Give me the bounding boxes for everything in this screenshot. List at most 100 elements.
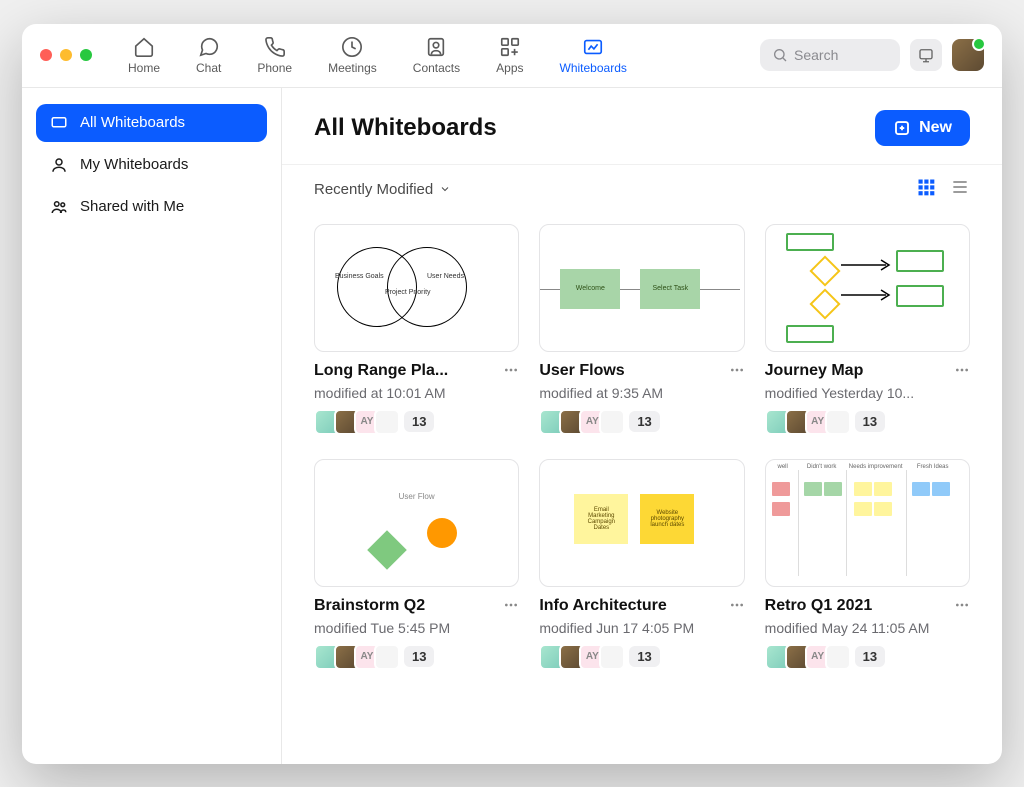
clock-icon — [341, 36, 363, 58]
nav-label: Whiteboards — [560, 61, 627, 75]
nav-tabs: Home Chat Phone Meetings — [122, 32, 750, 79]
card-subtitle: modified at 10:01 AM — [314, 385, 519, 401]
host-button[interactable] — [910, 39, 942, 71]
more-horizontal-icon — [729, 362, 745, 378]
nav-tab-contacts[interactable]: Contacts — [407, 32, 466, 79]
card-title: User Flows — [539, 362, 624, 380]
avatar — [374, 644, 400, 670]
sidebar-item-all-whiteboards[interactable]: All Whiteboards — [36, 104, 267, 142]
card-title: Journey Map — [765, 362, 864, 380]
new-button-label: New — [919, 119, 952, 137]
user-icon — [50, 156, 68, 174]
card-more-button[interactable] — [503, 362, 519, 383]
more-horizontal-icon — [503, 362, 519, 378]
collaborator-count: 13 — [855, 411, 885, 432]
card-title: Brainstorm Q2 — [314, 597, 425, 615]
sidebar-item-shared[interactable]: Shared with Me — [36, 188, 267, 226]
search-icon — [772, 47, 788, 63]
nav-tab-phone[interactable]: Phone — [251, 32, 298, 79]
filter-row: Recently Modified — [282, 164, 1002, 214]
body: All Whiteboards My Whiteboards Shared wi… — [22, 88, 1002, 764]
whiteboard-icon — [50, 114, 68, 132]
grid-view-toggle[interactable] — [916, 177, 936, 202]
whiteboard-card: Business Goals User Needs Project Priori… — [314, 224, 519, 435]
contacts-icon — [425, 36, 447, 58]
main-header: All Whiteboards New — [282, 88, 1002, 164]
card-more-button[interactable] — [729, 362, 745, 383]
main-content: All Whiteboards New Recently Modified — [282, 88, 1002, 764]
nav-tab-meetings[interactable]: Meetings — [322, 32, 383, 79]
whiteboard-grid: Business Goals User Needs Project Priori… — [282, 214, 1002, 702]
card-title: Retro Q1 2021 — [765, 597, 873, 615]
nav-label: Home — [128, 61, 160, 75]
screen-share-icon — [917, 46, 935, 64]
collaborators: AY 13 — [314, 409, 519, 435]
phone-icon — [264, 36, 286, 58]
whiteboard-card: Journey Map modified Yesterday 10... AY … — [765, 224, 970, 435]
home-icon — [133, 36, 155, 58]
sidebar-item-label: My Whiteboards — [80, 156, 188, 173]
list-icon — [950, 177, 970, 197]
nav-label: Meetings — [328, 61, 377, 75]
whiteboard-thumbnail[interactable]: Business Goals User Needs Project Priori… — [314, 224, 519, 352]
sidebar-item-my-whiteboards[interactable]: My Whiteboards — [36, 146, 267, 184]
users-icon — [50, 198, 68, 216]
whiteboard-thumbnail[interactable]: Email Marketing Campaign Dates Website p… — [539, 459, 744, 587]
more-horizontal-icon — [954, 597, 970, 613]
whiteboard-icon — [582, 36, 604, 58]
app-window: Home Chat Phone Meetings — [22, 24, 1002, 764]
nav-tab-home[interactable]: Home — [122, 32, 166, 79]
whiteboard-card: Email Marketing Campaign Dates Website p… — [539, 459, 744, 670]
list-view-toggle[interactable] — [950, 177, 970, 202]
sidebar-item-label: All Whiteboards — [80, 114, 185, 131]
chevron-down-icon — [439, 183, 451, 195]
apps-icon — [499, 36, 521, 58]
avatar — [825, 409, 851, 435]
collaborators: AY 13 — [314, 644, 519, 670]
whiteboard-card: Welcome Select Task User Flows modified … — [539, 224, 744, 435]
avatar — [599, 644, 625, 670]
profile-avatar[interactable] — [952, 39, 984, 71]
card-title: Info Architecture — [539, 597, 666, 615]
card-subtitle: modified at 9:35 AM — [539, 385, 744, 401]
collaborator-count: 13 — [629, 646, 659, 667]
search-input[interactable]: Search — [760, 39, 900, 71]
sort-dropdown[interactable]: Recently Modified — [314, 181, 451, 198]
grid-icon — [916, 177, 936, 197]
top-bar: Home Chat Phone Meetings — [22, 24, 1002, 88]
whiteboard-thumbnail[interactable]: well Didn't work Needs improvement Fresh… — [765, 459, 970, 587]
collaborators: AY 13 — [539, 644, 744, 670]
whiteboard-thumbnail[interactable]: Welcome Select Task — [539, 224, 744, 352]
whiteboard-thumbnail[interactable] — [765, 224, 970, 352]
chat-icon — [198, 36, 220, 58]
search-placeholder: Search — [794, 47, 838, 63]
card-more-button[interactable] — [954, 597, 970, 618]
nav-tab-whiteboards[interactable]: Whiteboards — [554, 32, 633, 79]
nav-tab-chat[interactable]: Chat — [190, 32, 227, 79]
card-subtitle: modified Tue 5:45 PM — [314, 620, 519, 636]
collaborator-count: 13 — [629, 411, 659, 432]
collaborator-count: 13 — [404, 411, 434, 432]
sort-label: Recently Modified — [314, 181, 433, 198]
plus-icon — [893, 119, 911, 137]
nav-tab-apps[interactable]: Apps — [490, 32, 529, 79]
whiteboard-thumbnail[interactable]: User Flow — [314, 459, 519, 587]
whiteboard-card: User Flow Brainstorm Q2 modified Tue 5:4… — [314, 459, 519, 670]
more-horizontal-icon — [503, 597, 519, 613]
sidebar: All Whiteboards My Whiteboards Shared wi… — [22, 88, 282, 764]
collaborators: AY 13 — [539, 409, 744, 435]
card-more-button[interactable] — [954, 362, 970, 383]
maximize-window-button[interactable] — [80, 49, 92, 61]
collaborators: AY 13 — [765, 409, 970, 435]
card-subtitle: modified May 24 11:05 AM — [765, 620, 970, 636]
minimize-window-button[interactable] — [60, 49, 72, 61]
whiteboard-card: well Didn't work Needs improvement Fresh… — [765, 459, 970, 670]
card-more-button[interactable] — [729, 597, 745, 618]
sidebar-item-label: Shared with Me — [80, 198, 184, 215]
avatar — [599, 409, 625, 435]
close-window-button[interactable] — [40, 49, 52, 61]
new-whiteboard-button[interactable]: New — [875, 110, 970, 146]
card-more-button[interactable] — [503, 597, 519, 618]
more-horizontal-icon — [729, 597, 745, 613]
nav-label: Chat — [196, 61, 221, 75]
